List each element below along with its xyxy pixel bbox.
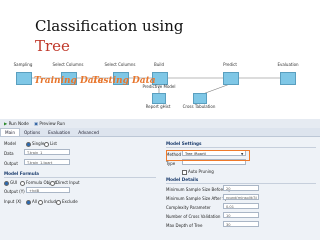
node-predict[interactable] [223, 72, 239, 85]
radio-icon [56, 199, 61, 205]
divider [4, 177, 156, 178]
model-list-radio[interactable]: List [44, 141, 57, 147]
node-report-ghist[interactable] [152, 93, 166, 104]
detail-label-cross-validation: Number of Cross Validation [166, 214, 221, 219]
model-settings-header: Model Settings [166, 141, 202, 146]
workflow-canvas: Sampling Select Columns Select Columns B… [0, 62, 320, 117]
type-label: Type [166, 161, 176, 166]
output-y-select[interactable]: +hdB [26, 187, 70, 193]
output-field[interactable]: T.train_1.tpart [24, 159, 70, 165]
node-evaluation[interactable] [280, 72, 296, 85]
formula-gui-radio[interactable]: GUI [4, 180, 17, 186]
input-all-radio[interactable]: All [26, 199, 37, 205]
divider [166, 183, 316, 184]
detail-label-complexity: Complexity Parameter [166, 205, 211, 210]
node-label-sampling: Sampling [13, 62, 33, 67]
output-y-label: Output (Y) [4, 189, 25, 194]
model-details-header: Model Details [166, 177, 199, 182]
model-formula-header: Model Formula [4, 171, 40, 176]
detail-label-max-depth: Max Depth of Tree [166, 223, 203, 228]
input-exclude-label: Exclude [62, 199, 78, 204]
detail-field-max-depth[interactable]: 30 [223, 221, 259, 227]
model-single-radio[interactable]: Single [26, 141, 44, 147]
node-label-cross-tabulation: Cross Tabulation [182, 104, 216, 109]
preview-run-button[interactable]: ▣ Preview Run [34, 121, 65, 126]
detail-field-cross-validation[interactable]: 10 [223, 212, 259, 218]
model-list-label: List [50, 141, 57, 146]
node-label-evaluation: Evaluation [277, 62, 299, 67]
auto-pruning-label: Auto Pruning [188, 169, 214, 174]
method-highlight-box [166, 150, 250, 161]
tab-advanced[interactable]: Advanced [74, 129, 103, 136]
input-x-label: Input (X) [4, 199, 22, 204]
formula-gui-label: GUI [10, 180, 18, 185]
radio-icon [38, 199, 43, 205]
data-label: Data [4, 151, 14, 156]
model-single-label: Single [32, 141, 45, 146]
formula-direct-input-label: Direct Input [56, 180, 80, 185]
preview-icon: ▣ [34, 121, 38, 126]
output-label: Output [4, 161, 18, 166]
node-sampling[interactable] [16, 72, 32, 85]
auto-pruning-checkbox[interactable]: Auto Pruning [182, 169, 214, 175]
detail-field-complexity[interactable]: 0.01 [223, 203, 259, 209]
tab-main[interactable]: Main [0, 128, 20, 136]
checkbox-icon [182, 169, 187, 175]
radio-icon [26, 141, 31, 147]
slide-title-line1: Classification using [35, 17, 184, 35]
radio-icon [4, 180, 9, 186]
model-label: Model [4, 141, 17, 146]
tab-bar: Main Options Evaluation Advanced [0, 128, 320, 137]
node-label-select-columns-2: Select Columns [104, 62, 136, 67]
radio-icon [44, 141, 49, 147]
data-select[interactable]: T.train_1 [24, 149, 70, 155]
divider [166, 147, 316, 148]
node-label-build: Build [153, 62, 165, 67]
node-label-select-columns-1: Select Columns [52, 62, 84, 67]
detail-label-min-after: Minimum Sample Size After Split [166, 196, 232, 201]
tab-options[interactable]: Options [20, 129, 44, 136]
radio-icon [26, 199, 31, 205]
preview-run-label: Preview Run [39, 121, 65, 126]
tab-evaluation[interactable]: Evaluation [44, 129, 74, 136]
detail-field-min-before[interactable]: 20 [223, 185, 259, 191]
slide-title-line2: Tree [35, 37, 70, 55]
radio-icon [50, 180, 55, 186]
node-properties-panel: ▶ Run Node ▣ Preview Run Main Options Eval… [0, 119, 320, 240]
play-icon: ▶ [4, 121, 8, 126]
radio-icon [20, 180, 25, 186]
node-label-report-ghist: Report gHist [145, 104, 171, 109]
input-exclude-radio[interactable]: Exclude [56, 199, 78, 205]
run-node-label: Run Node [8, 121, 29, 126]
annotation-testing-data: Testing Data [92, 76, 156, 86]
run-node-button[interactable]: ▶ Run Node [4, 121, 29, 126]
input-all-label: All [32, 199, 37, 204]
node-label-predict: Predict [223, 62, 237, 67]
formula-direct-input-radio[interactable]: Direct Input [50, 180, 80, 186]
detail-field-min-after[interactable]: round(minsplit/3) [223, 194, 259, 200]
node-cross-tabulation[interactable] [193, 93, 207, 104]
